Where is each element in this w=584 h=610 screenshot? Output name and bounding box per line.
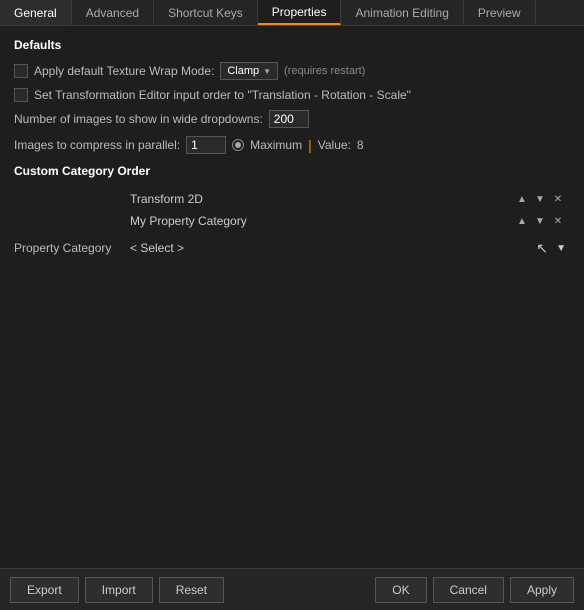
tab-bar: General Advanced Shortcut Keys Propertie…	[0, 0, 584, 26]
category-item-label-0: Transform 2D	[130, 192, 514, 206]
tab-shortcut-keys[interactable]: Shortcut Keys	[154, 0, 258, 25]
texture-wrap-label: Apply default Texture Wrap Mode:	[34, 64, 214, 78]
tab-animation-editing[interactable]: Animation Editing	[341, 0, 463, 25]
tab-preview[interactable]: Preview	[464, 0, 536, 25]
custom-category-section: Custom Category Order Transform 2D ▲ ▼ ✕…	[14, 164, 570, 260]
value-label: Value:	[318, 138, 351, 152]
move-down-button-0[interactable]: ▼	[532, 191, 548, 207]
compress-parallel-input[interactable]	[186, 136, 226, 154]
tab-general[interactable]: General	[0, 0, 72, 25]
category-item-label-1: My Property Category	[130, 214, 514, 228]
tab-properties[interactable]: Properties	[258, 0, 342, 25]
move-up-button-1[interactable]: ▲	[514, 213, 530, 229]
tab-advanced[interactable]: Advanced	[72, 0, 154, 25]
bottom-bar: Export Import Reset OK Cancel Apply	[0, 568, 584, 610]
divider: |	[308, 137, 312, 153]
texture-wrap-value: Clamp	[227, 65, 259, 77]
property-category-row: Property Category < Select > ↖ ▼	[14, 236, 570, 260]
transformation-order-checkbox[interactable]	[14, 88, 28, 102]
export-button[interactable]: Export	[10, 577, 79, 603]
defaults-header: Defaults	[14, 38, 570, 52]
category-list: Transform 2D ▲ ▼ ✕ My Property Category …	[14, 188, 570, 232]
apply-button[interactable]: Apply	[510, 577, 574, 603]
category-item-0: Transform 2D ▲ ▼ ✕	[14, 188, 570, 210]
value-number: 8	[357, 138, 364, 152]
category-item-1: My Property Category ▲ ▼ ✕	[14, 210, 570, 232]
reset-button[interactable]: Reset	[159, 577, 224, 603]
maximum-radio[interactable]	[232, 139, 244, 151]
wide-dropdowns-input[interactable]	[269, 110, 309, 128]
cancel-button[interactable]: Cancel	[433, 577, 504, 603]
move-down-button-1[interactable]: ▼	[532, 213, 548, 229]
maximum-radio-area: Maximum	[232, 138, 302, 152]
wide-dropdowns-label: Number of images to show in wide dropdow…	[14, 112, 263, 126]
transformation-order-row: Set Transformation Editor input order to…	[14, 88, 570, 102]
cursor-icon: ↖	[536, 240, 548, 257]
property-category-label: Property Category	[14, 241, 130, 255]
main-content: Defaults Apply default Texture Wrap Mode…	[0, 26, 584, 568]
remove-button-0[interactable]: ✕	[550, 191, 566, 207]
texture-wrap-row: Apply default Texture Wrap Mode: Clamp ▼…	[14, 62, 570, 80]
maximum-label: Maximum	[250, 138, 302, 152]
category-item-actions-0: ▲ ▼ ✕	[514, 191, 566, 207]
requires-restart-note: (requires restart)	[284, 65, 365, 77]
property-category-dropdown-arrow[interactable]: ▼	[556, 243, 566, 254]
compress-parallel-row: Images to compress in parallel: Maximum …	[14, 136, 570, 154]
transformation-order-label: Set Transformation Editor input order to…	[34, 88, 411, 102]
wide-dropdowns-row: Number of images to show in wide dropdow…	[14, 110, 570, 128]
import-button[interactable]: Import	[85, 577, 153, 603]
ok-button[interactable]: OK	[375, 577, 426, 603]
remove-button-1[interactable]: ✕	[550, 213, 566, 229]
texture-wrap-checkbox[interactable]	[14, 64, 28, 78]
property-category-select[interactable]: < Select >	[130, 241, 570, 255]
category-item-actions-1: ▲ ▼ ✕	[514, 213, 566, 229]
compress-parallel-label: Images to compress in parallel:	[14, 138, 180, 152]
move-up-button-0[interactable]: ▲	[514, 191, 530, 207]
custom-category-header: Custom Category Order	[14, 164, 570, 178]
dropdown-arrow-icon: ▼	[263, 67, 271, 76]
texture-wrap-dropdown[interactable]: Clamp ▼	[220, 62, 278, 80]
